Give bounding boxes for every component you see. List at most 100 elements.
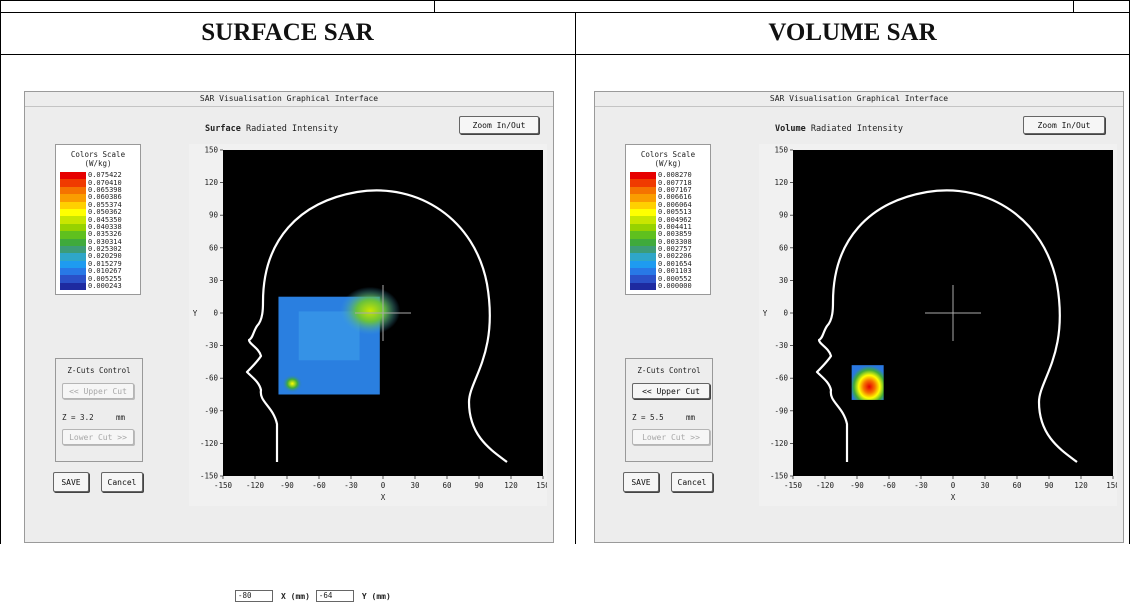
x-tick-label: 90 <box>474 481 484 490</box>
mode-label: Surface <box>205 124 241 134</box>
z-value-row: Z = 3.2 mm <box>62 413 125 422</box>
color-swatch <box>630 216 656 224</box>
zoom-button[interactable]: Zoom In/Out <box>459 116 539 134</box>
color-swatch <box>60 253 86 261</box>
color-swatch <box>630 268 656 276</box>
z-value-row: Z = 5.5 mm <box>632 413 695 422</box>
y-axis-label: Y <box>193 309 198 318</box>
x-axis-label: X <box>381 493 386 502</box>
color-scale-value: 0.000243 <box>88 282 122 291</box>
save-button[interactable]: SAVE <box>623 472 659 492</box>
y-tick-label: 90 <box>209 211 219 220</box>
color-swatch <box>630 253 656 261</box>
y-tick-label: 90 <box>779 211 789 220</box>
x-axis-label: X <box>951 493 956 502</box>
grid-top-border <box>0 0 1130 1</box>
z-cuts-title: Z-Cuts Control <box>637 366 701 375</box>
y-tick-label: 0 <box>213 309 218 318</box>
upper-cut-button[interactable]: << Upper Cut <box>62 383 134 399</box>
cancel-button[interactable]: Cancel <box>101 472 143 492</box>
color-swatch <box>60 260 86 269</box>
upper-cut-button[interactable]: << Upper Cut <box>632 383 710 399</box>
lower-cut-button[interactable]: Lower Cut >> <box>632 429 710 445</box>
volume-sar-window: SAR Visualisation Graphical Interface Vo… <box>594 91 1124 543</box>
color-scale-title-line1: Colors Scale <box>70 150 126 159</box>
color-swatch <box>60 268 86 276</box>
hotspot <box>282 374 303 393</box>
surface-sar-window: SAR Visualisation Graphical Interface Su… <box>24 91 554 602</box>
x-tick-label: -120 <box>816 481 835 490</box>
color-swatch <box>630 208 656 217</box>
lower-cut-button[interactable]: Lower Cut >> <box>62 429 134 445</box>
grid-header-bottom <box>0 54 1130 55</box>
color-swatch <box>630 172 656 180</box>
color-scale-title-line1: Colors Scale <box>640 150 696 159</box>
x-tick-label: -30 <box>914 481 928 490</box>
color-swatch <box>630 179 656 187</box>
x-tick-label: 120 <box>504 481 518 490</box>
x-tick-label: 30 <box>410 481 420 490</box>
color-scale-title: Colors Scale (W/kg) <box>56 145 140 168</box>
x-coordinate-input[interactable]: -80 <box>235 590 273 602</box>
x-coordinate-label: X (mm) <box>281 591 310 601</box>
color-swatch <box>60 179 86 187</box>
x-tick-label: 150 <box>1106 481 1117 490</box>
grid-top-stub-1 <box>434 0 435 12</box>
color-scale: Colors Scale (W/kg) 0.008270 0.007718 0.00… <box>625 144 711 296</box>
y-tick-label: 150 <box>204 146 218 155</box>
y-tick-label: 30 <box>209 276 219 285</box>
y-coordinate-label: Y (mm) <box>361 591 391 601</box>
x-tick-label: -150 <box>214 481 233 490</box>
color-scale-rows: 0.008270 0.007718 0.007167 0.006616 0.006064… <box>630 172 710 291</box>
x-tick-label: 0 <box>381 481 386 490</box>
x-tick-label: -120 <box>246 481 265 490</box>
color-swatch <box>630 194 656 202</box>
x-tick-label: 30 <box>980 481 990 490</box>
y-tick-label: 120 <box>204 178 218 187</box>
x-tick-label: 60 <box>442 481 452 490</box>
volume-sar-header: VOLUME SAR <box>768 19 937 46</box>
zoom-button[interactable]: Zoom In/Out <box>1023 116 1105 134</box>
y-tick-label: 150 <box>774 146 788 155</box>
color-swatch <box>630 282 656 291</box>
save-button[interactable]: SAVE <box>53 472 89 492</box>
color-swatch <box>630 238 656 246</box>
grid-top-stub-2 <box>1073 0 1074 12</box>
x-tick-label: 60 <box>1012 481 1022 490</box>
color-scale-row: 0.000000 <box>630 282 710 291</box>
color-swatch <box>630 231 656 239</box>
color-swatch <box>630 275 656 283</box>
color-swatch <box>60 216 86 224</box>
color-scale-value: 0.000000 <box>658 282 692 291</box>
z-cuts-control: Z-Cuts Control << Upper Cut Z = 3.2 mm L… <box>55 358 143 462</box>
y-tick-label: -90 <box>204 406 218 415</box>
window-title: SAR Visualisation Graphical Interface <box>25 92 553 107</box>
color-swatch <box>60 186 86 195</box>
surface-sar-header: SURFACE SAR <box>201 19 374 46</box>
y-tick-label: -30 <box>774 341 788 350</box>
color-swatch <box>630 223 656 232</box>
y-tick-label: 60 <box>209 243 219 252</box>
sar-region <box>851 365 884 400</box>
color-swatch <box>60 201 86 209</box>
x-tick-label: 0 <box>951 481 956 490</box>
grid-middle-divider <box>575 12 576 544</box>
x-tick-label: -90 <box>850 481 864 490</box>
y-coordinate-input[interactable]: -64 <box>315 590 354 602</box>
cancel-button[interactable]: Cancel <box>671 472 713 492</box>
color-swatch <box>630 201 656 209</box>
y-tick-label: -150 <box>200 472 219 481</box>
coordinate-readout: -80 X (mm) -64 Y (mm) <box>235 590 397 602</box>
color-scale-row: 0.000243 <box>60 282 140 291</box>
subtitle-text: Radiated Intensity <box>810 124 903 134</box>
volume-sar-plot: -150 -120 -90 -60 -30 0 30 60 90 120 150 150 120 90 60… <box>759 144 1117 506</box>
plot-subtitle: Volume Radiated Intensity <box>775 124 903 134</box>
window-title: SAR Visualisation Graphical Interface <box>595 92 1123 107</box>
x-tick-label: -150 <box>784 481 803 490</box>
color-swatch <box>60 275 86 283</box>
y-tick-label: -60 <box>204 374 218 383</box>
mode-label: Volume <box>775 124 806 134</box>
z-cuts-title: Z-Cuts Control <box>67 366 131 375</box>
y-tick-label: 60 <box>779 243 789 252</box>
color-swatch <box>630 260 656 269</box>
